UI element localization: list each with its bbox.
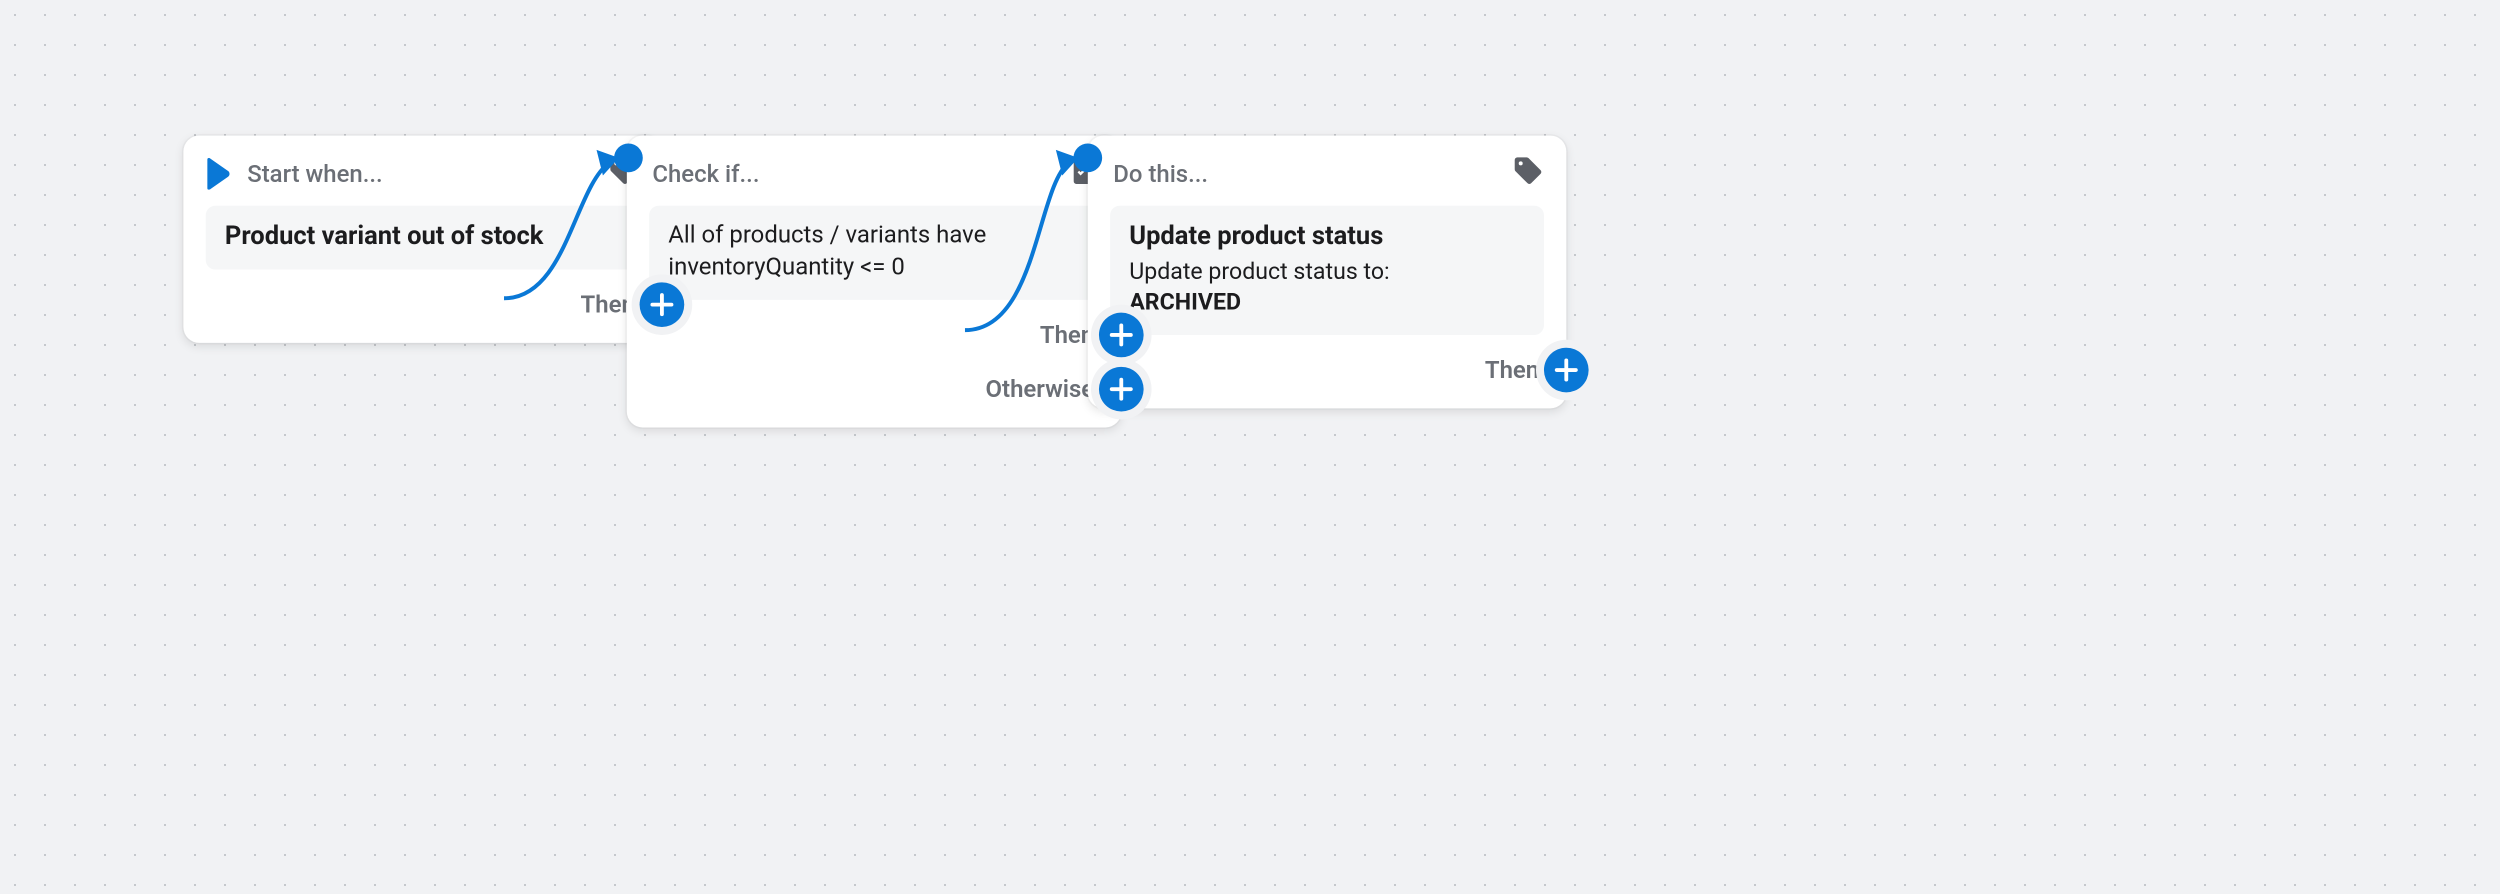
node-start-then-row: Then <box>206 282 640 327</box>
node-start-body-text: Product variant out of stock <box>225 219 621 253</box>
node-check-header: Check if... <box>649 155 1099 193</box>
node-action-title: Do this... <box>1113 160 1496 189</box>
node-check-title: Check if... <box>652 160 1051 189</box>
node-check-body-text: All of products / variants have inventor… <box>668 219 1080 284</box>
add-step-button[interactable] <box>1099 366 1144 411</box>
node-check-otherwise-row: Otherwise <box>649 366 1099 411</box>
workflow-canvas[interactable]: Start when... Product variant out of sto… <box>0 0 2499 893</box>
node-start[interactable]: Start when... Product variant out of sto… <box>183 136 662 343</box>
add-step-button[interactable] <box>1544 347 1589 392</box>
tag-icon[interactable] <box>1512 155 1544 193</box>
node-action-body-title: Update product status <box>1129 219 1525 253</box>
node-start-title: Start when... <box>247 160 592 189</box>
node-action-body-sub: Update product status to: ARCHIVED <box>1129 256 1525 318</box>
node-action-body[interactable]: Update product status Update product sta… <box>1110 206 1544 335</box>
node-start-body[interactable]: Product variant out of stock <box>206 206 640 269</box>
node-action-header: Do this... <box>1110 155 1544 193</box>
otherwise-label: Otherwise <box>986 374 1095 403</box>
node-start-header: Start when... <box>206 155 640 193</box>
node-check-body[interactable]: All of products / variants have inventor… <box>649 206 1099 299</box>
add-step-button[interactable] <box>1099 312 1144 357</box>
play-icon <box>206 158 232 190</box>
add-step-button[interactable] <box>640 282 685 327</box>
node-action[interactable]: Do this... Update product status Update … <box>1088 136 1567 408</box>
node-action-then-row: Then <box>1110 347 1544 392</box>
node-check[interactable]: Check if... All of products / variants h… <box>627 136 1121 427</box>
node-check-then-row: Then <box>649 312 1099 357</box>
then-label: Then <box>1040 320 1094 349</box>
then-label: Then <box>1485 355 1539 384</box>
